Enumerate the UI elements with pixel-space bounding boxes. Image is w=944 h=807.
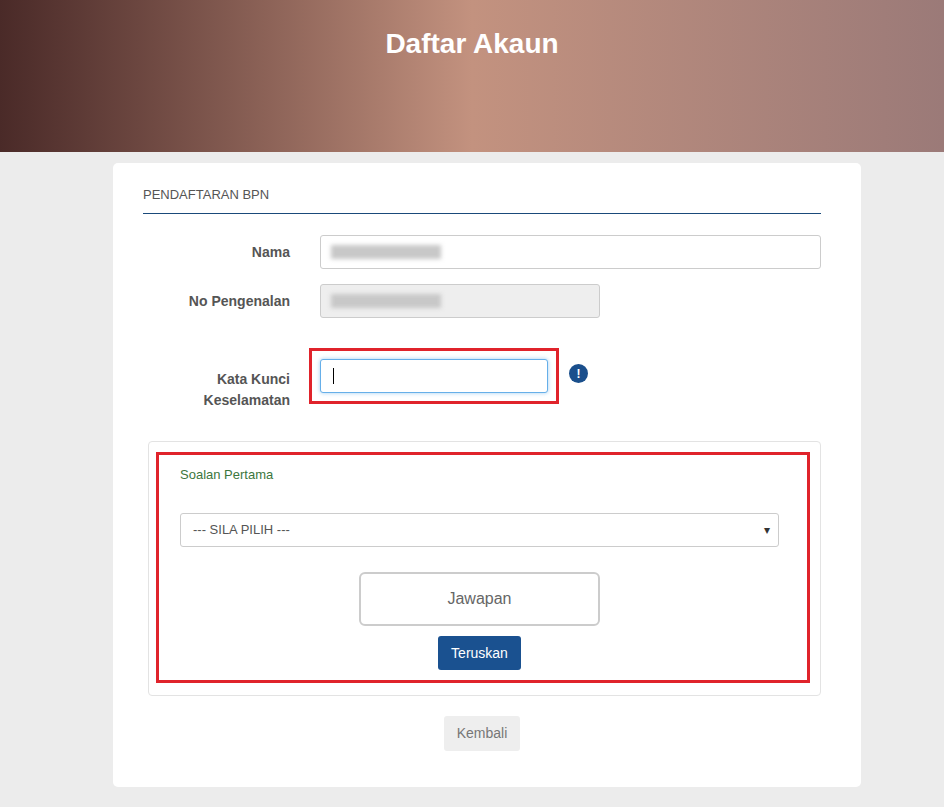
- back-button[interactable]: Kembali: [444, 716, 521, 751]
- select-placeholder: --- SILA PILIH ---: [193, 520, 290, 540]
- question-select[interactable]: --- SILA PILIH --- ▾: [180, 513, 779, 547]
- field-label: No Pengenalan: [143, 291, 290, 312]
- blurred-value: [331, 245, 441, 259]
- question-label: Soalan Pertama: [180, 467, 779, 483]
- continue-button[interactable]: Teruskan: [438, 636, 521, 670]
- header-banner: Daftar Akaun: [0, 0, 944, 152]
- page: Daftar Akaun PENDAFTARAN BPN Nama No Pengen…: [0, 0, 944, 807]
- text-input: [320, 284, 600, 318]
- password-input[interactable]: [320, 359, 548, 393]
- highlight-box: [309, 348, 559, 404]
- question-panel: Soalan Pertama --- SILA PILIH --- ▾ Jawapan…: [148, 441, 821, 696]
- form-card: PENDAFTARAN BPN Nama No Pengenalan Kata Kun…: [113, 163, 861, 787]
- section-title: PENDAFTARAN BPN: [143, 187, 821, 214]
- dropdown-arrow-icon: ▾: [764, 521, 770, 539]
- page-title: Daftar Akaun: [385, 26, 558, 152]
- field-label: Kata Kunci Keselamatan: [143, 369, 290, 411]
- field-label: Nama: [143, 242, 290, 263]
- blurred-value: [331, 294, 441, 308]
- form-row: Nama: [143, 235, 821, 269]
- answer-input[interactable]: Jawapan: [359, 572, 600, 626]
- text-input[interactable]: [320, 235, 821, 269]
- password-row: Kata Kunci Keselamatan!: [143, 348, 821, 411]
- info-icon[interactable]: !: [569, 364, 588, 383]
- form-row: No Pengenalan: [143, 284, 821, 318]
- text-cursor: [333, 368, 334, 384]
- highlight-box: Soalan Pertama --- SILA PILIH --- ▾ Jawapan…: [156, 452, 810, 683]
